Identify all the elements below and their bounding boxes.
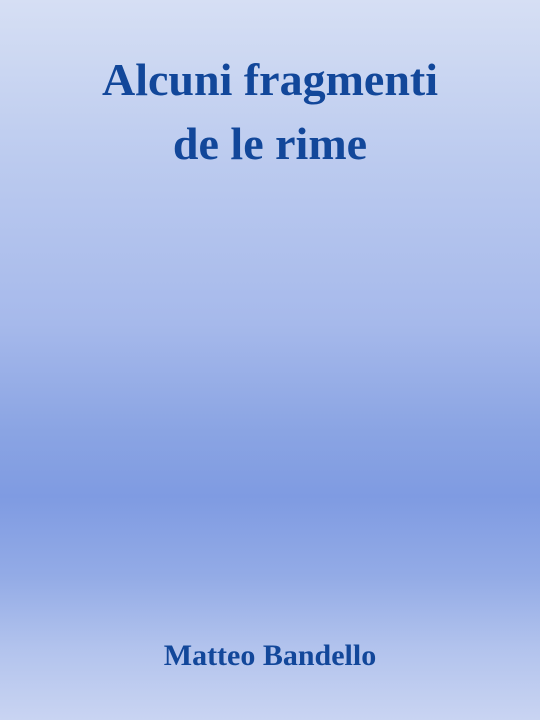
book-title-line-1: Alcuni fragmenti bbox=[101, 54, 438, 105]
book-cover: Alcuni fragmenti de le rime Matteo Bande… bbox=[0, 0, 540, 720]
book-author: Matteo Bandello bbox=[163, 639, 377, 672]
book-title: Alcuni fragmenti de le rime bbox=[0, 48, 540, 176]
book-title-line-2: de le rime bbox=[172, 118, 368, 169]
